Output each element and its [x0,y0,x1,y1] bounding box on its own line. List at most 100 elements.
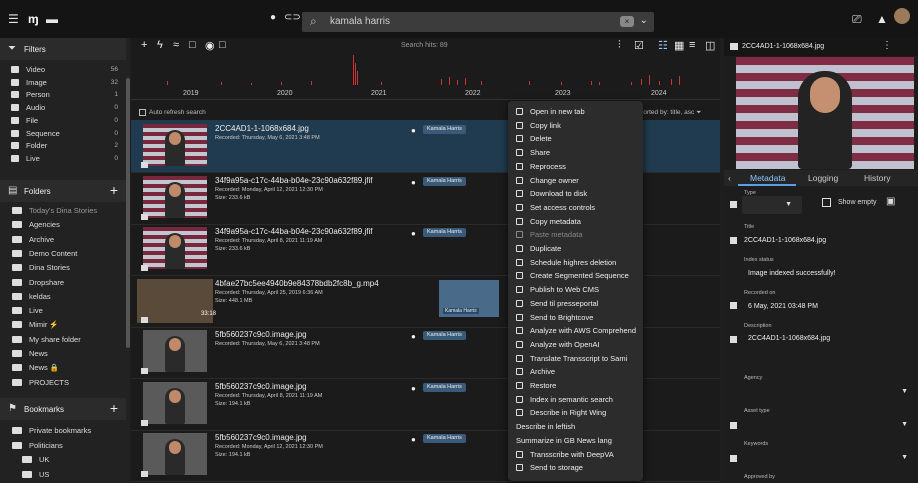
filter-item[interactable]: Image 32 [0,77,126,88]
auto-refresh-toggle[interactable]: Auto refresh search [139,109,206,116]
folder-item[interactable]: Live [0,304,126,317]
context-menu-item[interactable]: Analyze with OpenAI [508,338,643,352]
square-icon[interactable]: □ [189,39,196,51]
preview-image[interactable] [736,57,914,169]
keywords-dropdown-icon[interactable]: ▼ [901,454,908,461]
person-badge[interactable]: Kamala Harris [423,228,466,237]
folder-item[interactable]: Dina Stories [0,261,126,274]
description-value[interactable]: 2CC4AD1-1-1068x684.jpg [748,335,830,342]
context-menu-item[interactable]: Translate Transscript to Sami [508,352,643,366]
folders-header[interactable]: ▤ Folders + [0,180,126,202]
bookmark-item[interactable]: Politicians [0,439,126,452]
filter-item[interactable]: File 0 [0,115,126,126]
filter-item[interactable]: Folder 2 [0,140,126,151]
context-menu-item[interactable]: Send to Brightcove [508,311,643,325]
compact-view-icon[interactable]: ≡ [689,39,695,51]
face-thumbnail[interactable]: Kamala Harris [439,279,499,317]
folder-item[interactable]: PROJECTS [0,376,126,389]
context-menu-item[interactable]: Schedule highres deletion [508,256,643,270]
auto-refresh-checkbox[interactable] [139,109,146,116]
timeline-histogram[interactable]: 2019 2020 2021 2022 2023 2024 [131,55,720,100]
broadcast-icon[interactable]: ⎚ [852,12,862,27]
context-menu-item[interactable]: Create Segmented Sequence [508,269,643,283]
folder-item[interactable]: Demo Content [0,247,126,260]
folder-item[interactable]: Dropshare [0,276,126,289]
context-menu-item[interactable]: Reprocess [508,160,643,174]
flash-icon[interactable]: ϟ [157,39,163,51]
bookmark-item[interactable]: UK [0,453,126,466]
sidebar-scrollbar[interactable] [126,78,130,348]
context-menu-item[interactable]: Set access controls [508,201,643,215]
link-icon[interactable]: ⊂⊃ [284,12,301,23]
person-badge[interactable]: Kamala Harris [423,176,466,186]
approx-icon[interactable]: ≈ [173,39,179,51]
filter-item[interactable]: Sequence 0 [0,128,126,139]
filter-item[interactable]: Audio 0 [0,102,126,113]
notifications-icon[interactable]: ▲ [876,12,888,26]
context-menu-item[interactable]: Send til presseportal [508,297,643,311]
context-menu-item[interactable]: Delete [508,132,643,146]
type-select[interactable]: ▼ [742,196,802,214]
result-thumbnail[interactable] [143,330,207,372]
folder-item[interactable]: Today's Dina Stories [0,204,126,217]
bookmark-item[interactable]: Private bookmarks [0,424,126,437]
context-menu-item[interactable]: Analyze with AWS Comprehend [508,324,643,338]
context-menu-item[interactable]: Publish to Web CMS [508,283,643,297]
result-thumbnail[interactable] [143,381,207,424]
person-badge[interactable]: Kamala Harris [423,331,466,340]
agency-dropdown-icon[interactable]: ▼ [901,388,908,395]
circle-check-icon[interactable]: ◉ [205,39,215,52]
bookmarks-header[interactable]: ⚑ Bookmarks + [0,398,126,420]
context-menu-item[interactable]: Share [508,146,643,160]
context-menu-item[interactable]: Describe in leftish [508,420,643,434]
context-menu-item[interactable]: Transscribe with DeepVA [508,448,643,462]
context-menu-item[interactable]: Download to disk [508,187,643,201]
search-input[interactable]: kamala harris [330,16,390,27]
add-bookmark-button[interactable]: + [110,400,118,416]
context-menu-item[interactable]: Index in semantic search [508,393,643,407]
context-menu-item[interactable]: Copy link [508,119,643,133]
folder-item[interactable]: My share folder [0,333,126,346]
filter-item[interactable]: Person 1 [0,89,126,100]
app-logo-icon[interactable]: ɱ [28,12,39,26]
recorded-value[interactable]: 6 May, 2021 03:48 PM [748,303,818,310]
folder-item[interactable]: News 🔒 [0,361,126,374]
tab-logging[interactable]: Logging [808,173,838,183]
context-menu-item[interactable]: Paste metadata [508,228,643,242]
video-thumbnail[interactable]: 33:18 [137,278,216,323]
context-menu-item[interactable]: Summarize in GB News lang [508,434,643,448]
tab-history[interactable]: History [864,173,890,183]
avatar[interactable] [894,8,910,24]
context-menu-item[interactable]: Change owner [508,174,643,188]
panel-icon[interactable]: ◫ [705,39,715,52]
context-menu-item[interactable]: Restore [508,379,643,393]
title-value[interactable]: 2CC4AD1-1-1068x684.jpg [744,237,826,244]
add-icon[interactable]: + [141,39,147,51]
list-view-icon[interactable]: ☷ [658,39,668,52]
folder-item[interactable]: keldas [0,290,126,303]
context-menu-item[interactable]: Open in new tab [508,105,643,119]
info-icon[interactable]: ● [270,12,276,23]
context-menu-item[interactable]: Describe in Right Wing [508,406,643,420]
bookmark-item[interactable]: US [0,468,126,481]
search-dropdown-icon[interactable]: ⌄ [640,15,648,26]
filter-item[interactable]: Live 0 [0,153,126,164]
add-folder-button[interactable]: + [110,182,118,198]
tab-metadata[interactable]: Metadata [750,173,785,183]
asset-type-dropdown-icon[interactable]: ▼ [901,421,908,428]
search-box[interactable]: ⌕ kamala harris × ⌄ [302,12,654,32]
checkbox-toggle-icon[interactable]: ☑ [634,39,644,52]
context-menu-item[interactable]: Send to storage [508,461,643,475]
select-box-icon[interactable]: □ [219,39,226,51]
tabs-back-icon[interactable]: ‹ [728,173,731,183]
person-badge[interactable]: Kamala Harris [423,382,466,392]
timeline-toggle-icon[interactable]: ⫶ [618,39,621,52]
show-empty-checkbox[interactable] [822,198,831,207]
folder-item[interactable]: Mimir ⚡ [0,318,126,331]
result-thumbnail[interactable] [143,227,207,269]
more-options-icon[interactable]: ⋮ [882,40,892,51]
result-thumbnail[interactable] [143,124,207,166]
grid-view-icon[interactable]: ▦ [674,39,684,52]
menu-icon[interactable]: ☰ [8,12,19,26]
context-menu-item[interactable]: Duplicate [508,242,643,256]
